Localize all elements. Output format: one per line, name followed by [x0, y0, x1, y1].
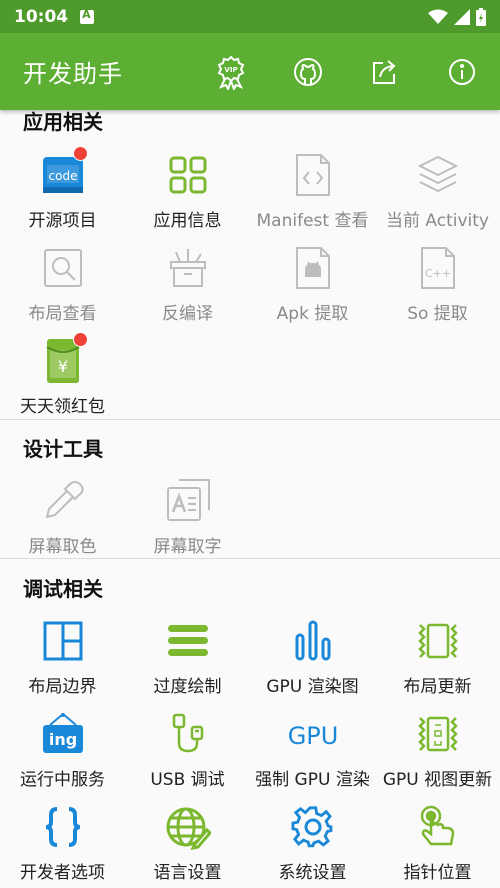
layout-update-icon [418, 623, 458, 659]
item-label: 强制 GPU 渲染 [255, 770, 370, 790]
system-settings-item[interactable]: 系统设置 [250, 798, 375, 888]
item-label: 指针位置 [403, 863, 472, 883]
developer-options-item[interactable]: 开发者选项 [0, 798, 125, 888]
text-capture-icon [167, 479, 210, 521]
overdraw-icon [168, 625, 208, 656]
gpu-view-update-item[interactable]: GPU 视图更新 [375, 705, 500, 798]
info-button[interactable] [423, 33, 500, 110]
box-open-icon [170, 249, 206, 287]
wifi-icon [428, 9, 448, 24]
new-badge [73, 332, 88, 347]
item-label: 屏幕取色 [28, 537, 97, 557]
battery-icon [476, 7, 486, 26]
decompile-item[interactable]: 反编译 [125, 239, 250, 332]
apk-file-icon [296, 247, 330, 289]
item-label: Manifest 查看 [256, 211, 369, 231]
color-picker-item[interactable]: 屏幕取色 [0, 472, 125, 565]
item-label: GPU 视图更新 [382, 770, 493, 790]
running-services-item[interactable]: ing 运行中服务 [0, 705, 125, 798]
app-bar: 开发助手 VIP [0, 33, 500, 110]
code-icon-text: code [49, 169, 78, 183]
layout-update-item[interactable]: 布局更新 [375, 612, 500, 705]
item-label: 开发者选项 [20, 863, 105, 883]
status-time: 10:04 [14, 6, 69, 27]
item-label: GPU 渲染图 [266, 677, 359, 697]
share-icon [372, 59, 395, 84]
section-divider [0, 419, 500, 420]
file-code-icon [296, 154, 330, 196]
info-icon [448, 58, 475, 85]
yen-icon-text: ¥ [58, 357, 68, 376]
vip-button[interactable]: VIP [192, 33, 269, 110]
github-button[interactable] [269, 33, 346, 110]
vip-icon: VIP [217, 55, 244, 90]
gpu-icon-text: GPU [288, 722, 338, 750]
touch-hand-icon [420, 805, 455, 846]
item-label: 布局更新 [403, 677, 472, 697]
item-label: So 提取 [407, 304, 468, 324]
pointer-location-item[interactable]: 指针位置 [375, 798, 500, 888]
ing-sign-icon: ing [43, 713, 83, 753]
red-packet-item[interactable]: ¥ 天天领红包 [0, 332, 125, 425]
github-icon [293, 57, 322, 86]
grid-icon [169, 156, 207, 194]
manifest-view-item[interactable]: Manifest 查看 [250, 146, 375, 239]
so-extract-item[interactable]: C++ So 提取 [375, 239, 500, 332]
language-settings-item[interactable]: 语言设置 [125, 798, 250, 888]
curly-braces-icon [45, 807, 81, 847]
ing-icon-text: ing [49, 730, 77, 749]
app-title: 开发助手 [23, 60, 123, 88]
bar-chart-icon [295, 620, 331, 661]
section-title-design: 设计工具 [23, 437, 103, 461]
item-label: USB 调试 [150, 770, 225, 790]
gpu-render-chart-item[interactable]: GPU 渲染图 [250, 612, 375, 705]
layout-search-icon [44, 249, 82, 287]
layout-bounds-item[interactable]: 布局边界 [0, 612, 125, 705]
svg-text:VIP: VIP [224, 66, 237, 74]
item-label: 语言设置 [153, 863, 222, 883]
item-label: 开源项目 [28, 211, 97, 231]
status-bar: 10:04 [0, 0, 500, 33]
item-label: 布局查看 [28, 304, 97, 324]
item-label: 天天领红包 [20, 397, 105, 417]
current-activity-item[interactable]: 当前 Activity [375, 146, 500, 239]
force-gpu-render-item[interactable]: GPU 强制 GPU 渲染 [250, 705, 375, 798]
globe-icon [166, 807, 211, 850]
notification-icon [80, 8, 95, 24]
gpu-view-update-icon [418, 716, 458, 752]
layers-icon [417, 155, 459, 193]
item-label: 运行中服务 [20, 770, 105, 790]
overdraw-item[interactable]: 过度绘制 [125, 612, 250, 705]
usb-cable-icon [172, 713, 204, 753]
open-source-item[interactable]: code 开源项目 [0, 146, 125, 239]
signal-icon [454, 8, 470, 25]
text-capture-item[interactable]: 屏幕取字 [125, 472, 250, 565]
item-label: 应用信息 [153, 211, 222, 231]
new-badge [73, 146, 88, 161]
eyedropper-icon [45, 481, 84, 519]
gear-icon [291, 806, 333, 848]
section-title-app: 应用相关 [23, 110, 103, 134]
layout-bounds-icon [43, 621, 83, 661]
usb-debug-item[interactable]: USB 调试 [125, 705, 250, 798]
section-divider [0, 558, 500, 559]
item-label: 当前 Activity [386, 211, 489, 231]
item-label: 系统设置 [278, 863, 347, 883]
section-title-debug: 调试相关 [23, 577, 103, 601]
cpp-file-icon: C++ [421, 247, 455, 289]
item-label: 过度绘制 [153, 677, 222, 697]
item-label: Apk 提取 [276, 304, 349, 324]
item-label: 布局边界 [28, 677, 97, 697]
cpp-icon-text: C++ [425, 267, 451, 280]
gpu-text-icon: GPU [288, 722, 338, 750]
item-label: 反编译 [162, 304, 213, 324]
apk-extract-item[interactable]: Apk 提取 [250, 239, 375, 332]
tool-list[interactable]: 应用相关 code 开源项目 应用信息 Manifest 查看 当前 Activ… [0, 110, 500, 888]
layout-view-item[interactable]: 布局查看 [0, 239, 125, 332]
app-info-item[interactable]: 应用信息 [125, 146, 250, 239]
share-button[interactable] [346, 33, 423, 110]
item-label: 屏幕取字 [153, 537, 222, 557]
